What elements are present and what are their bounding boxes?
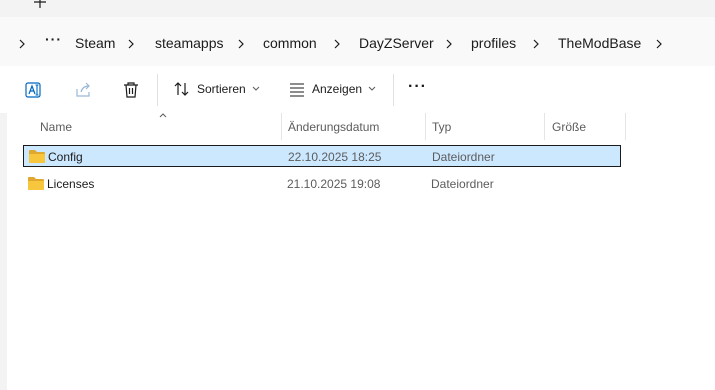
rename-button[interactable] — [24, 80, 44, 100]
column-divider[interactable] — [625, 113, 626, 140]
chevron-down-icon — [368, 86, 376, 91]
column-divider[interactable] — [425, 113, 426, 140]
file-type: Dateiordner — [431, 177, 494, 191]
column-header-modified[interactable]: Änderungsdatum — [288, 120, 379, 134]
more-options-button[interactable]: ··· — [408, 78, 427, 96]
folder-icon — [29, 150, 45, 163]
file-modified: 21.10.2025 19:08 — [287, 177, 381, 191]
file-name: Licenses — [47, 177, 95, 191]
breadcrumb-item-themodbase[interactable]: TheModBase — [558, 35, 641, 51]
chevron-down-icon — [252, 86, 260, 91]
chevron-right-icon[interactable] — [17, 38, 27, 50]
delete-button[interactable] — [121, 80, 141, 100]
breadcrumb-overflow-button[interactable]: ··· — [45, 31, 62, 47]
share-icon — [76, 82, 90, 97]
sort-ascending-icon — [159, 113, 167, 118]
column-header-type[interactable]: Typ — [432, 120, 451, 134]
chevron-right-icon[interactable] — [126, 38, 136, 50]
file-name: Config — [48, 150, 83, 164]
chevron-right-icon[interactable] — [236, 38, 246, 50]
sort-label: Sortieren — [197, 82, 246, 96]
breadcrumb-item-steamapps[interactable]: steamapps — [155, 35, 223, 51]
chevron-right-icon[interactable] — [444, 38, 454, 50]
chevron-right-icon[interactable] — [332, 38, 342, 50]
column-header-size[interactable]: Größe — [552, 120, 586, 134]
chevron-right-icon[interactable] — [654, 38, 664, 50]
command-bar: Sortieren Anzeigen ··· — [0, 66, 715, 114]
breadcrumb-item-common[interactable]: common — [263, 35, 317, 51]
sort-arrows-icon — [174, 82, 189, 96]
new-tab-button[interactable] — [30, 0, 50, 12]
navigation-pane-edge — [0, 113, 7, 390]
file-modified: 22.10.2025 18:25 — [288, 150, 382, 164]
view-label: Anzeigen — [312, 82, 363, 96]
plus-icon — [34, 0, 46, 8]
breadcrumb-item-steam[interactable]: Steam — [75, 35, 115, 51]
tab-strip — [0, 0, 715, 17]
file-row-config[interactable]: Config 22.10.2025 18:25 Dateiordner — [23, 145, 621, 167]
sort-button[interactable]: Sortieren — [173, 80, 260, 98]
folder-icon — [28, 177, 44, 190]
column-header-row: Name Änderungsdatum Typ Größe — [7, 113, 715, 140]
breadcrumb-item-profiles[interactable]: profiles — [471, 35, 516, 51]
file-row-licenses[interactable]: Licenses 21.10.2025 19:08 Dateiordner — [23, 173, 621, 195]
view-button[interactable]: Anzeigen — [288, 80, 376, 98]
column-divider[interactable] — [544, 113, 545, 140]
list-view-icon — [290, 83, 304, 97]
chevron-right-icon[interactable] — [531, 38, 541, 50]
toolbar-divider — [157, 74, 158, 106]
trash-icon — [124, 82, 138, 98]
breadcrumb-item-dayzserver[interactable]: DayZServer — [359, 35, 434, 51]
rename-icon — [25, 82, 41, 98]
address-bar: ··· Steam steamapps common DayZServer pr… — [0, 17, 715, 66]
column-header-name[interactable]: Name — [40, 120, 72, 134]
share-button[interactable] — [74, 80, 94, 100]
file-type: Dateiordner — [432, 150, 495, 164]
column-divider[interactable] — [281, 113, 282, 140]
toolbar-divider — [393, 74, 394, 106]
